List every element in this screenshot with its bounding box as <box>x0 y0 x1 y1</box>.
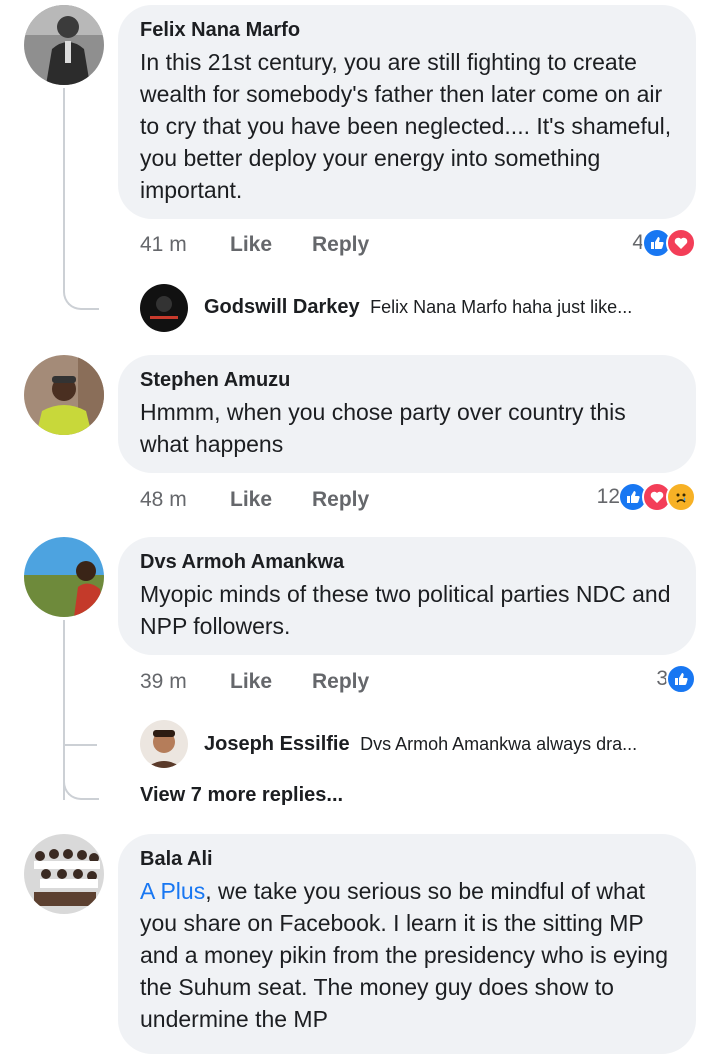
comment-actions: 39 m Like Reply <box>140 670 369 694</box>
thread-line <box>63 760 99 800</box>
like-button[interactable]: Like <box>230 670 272 694</box>
comment-bubble: Felix Nana Marfo In this 21st century, y… <box>118 5 696 219</box>
comment-author[interactable]: Dvs Armoh Amankwa <box>140 551 674 574</box>
reply-button[interactable]: Reply <box>312 233 369 257</box>
reply-author[interactable]: Godswill Darkey <box>204 296 360 318</box>
like-button[interactable]: Like <box>230 233 272 257</box>
like-button[interactable]: Like <box>230 488 272 512</box>
avatar[interactable] <box>24 5 104 85</box>
comment-author[interactable]: Felix Nana Marfo <box>140 19 674 42</box>
comment-bubble: Dvs Armoh Amankwa Myopic minds of these … <box>118 537 696 655</box>
thread-line <box>63 88 99 310</box>
like-reaction-icon <box>666 664 696 694</box>
comment-time[interactable]: 39 m <box>140 670 187 693</box>
reply-author[interactable]: Joseph Essilfie <box>204 733 350 755</box>
reaction-summary[interactable]: 4 <box>632 228 696 258</box>
reaction-count: 12 <box>596 485 620 508</box>
reply-button[interactable]: Reply <box>312 670 369 694</box>
comment-text: In this 21st century, you are still figh… <box>140 49 678 203</box>
comment-time[interactable]: 41 m <box>140 233 187 256</box>
reply-preview[interactable]: Godswill Darkey Felix Nana Marfo haha ju… <box>204 296 632 319</box>
avatar[interactable] <box>24 834 104 914</box>
comment-actions: 41 m Like Reply <box>140 233 369 257</box>
comment-bubble: Bala Ali A Plus, we take you serious so … <box>118 834 696 1054</box>
comment-actions: 48 m Like Reply <box>140 488 369 512</box>
mention-link[interactable]: A Plus <box>140 878 205 904</box>
reply-text: Felix Nana Marfo haha just like... <box>370 297 633 317</box>
comment-author[interactable]: Stephen Amuzu <box>140 369 674 392</box>
comment-text: A Plus, we take you serious so be mindfu… <box>140 875 674 1035</box>
reply-preview[interactable]: Joseph Essilfie Dvs Armoh Amankwa always… <box>204 733 637 756</box>
reply-avatar[interactable] <box>140 720 188 768</box>
comment-author[interactable]: Bala Ali <box>140 848 674 871</box>
reply-text: Dvs Armoh Amankwa always dra... <box>360 734 638 754</box>
avatar[interactable] <box>24 355 104 435</box>
reaction-summary[interactable]: 12 <box>597 482 696 512</box>
reply-button[interactable]: Reply <box>312 488 369 512</box>
view-more-replies-link[interactable]: View 7 more replies... <box>140 784 343 807</box>
comment-text: Myopic minds of these two political part… <box>140 581 677 639</box>
comment-time[interactable]: 48 m <box>140 488 187 511</box>
comment-bubble: Stephen Amuzu Hmmm, when you chose party… <box>118 355 696 473</box>
thread-line <box>63 700 97 746</box>
avatar[interactable] <box>24 537 104 617</box>
love-reaction-icon <box>666 228 696 258</box>
reaction-summary[interactable]: 3 <box>656 664 696 694</box>
sad-reaction-icon <box>666 482 696 512</box>
comment-text: Hmmm, when you chose party over country … <box>140 399 633 457</box>
comment-body: , we take you serious so be mindful of w… <box>140 878 675 1032</box>
reply-avatar[interactable] <box>140 284 188 332</box>
